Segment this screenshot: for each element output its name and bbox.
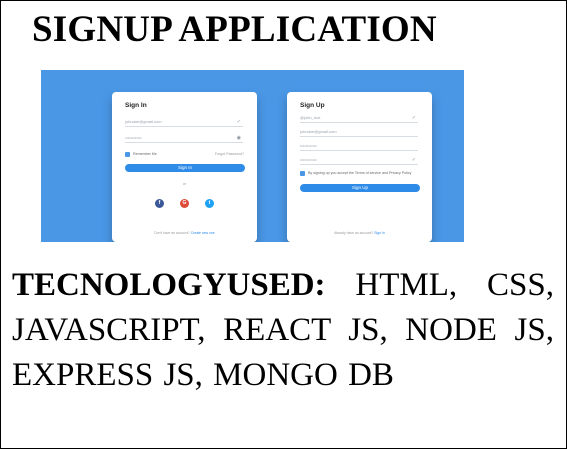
or-divider: or (182, 182, 187, 186)
signin-button[interactable]: Sign In (125, 164, 245, 172)
signup-email-field[interactable]: johndoe@gmail.com (300, 128, 418, 137)
check-icon: ✓ (236, 119, 241, 125)
terms-checkbox[interactable]: By signing up you accept the Terms of se… (300, 170, 420, 176)
signup-email-value: johndoe@gmail.com (300, 129, 337, 134)
create-account-link[interactable]: Create new one (191, 231, 215, 235)
eye-icon: ◉ (236, 135, 241, 141)
signin-password-field[interactable]: •••••••••••• ◉ (125, 134, 243, 143)
check-icon: ✓ (411, 115, 416, 121)
signup-title: Sign Up (300, 102, 325, 109)
facebook-icon[interactable]: f (155, 199, 164, 208)
signup-password-field[interactable]: •••••••••••• (300, 142, 418, 151)
signin-card: Sign In johndoe@gmail.com ✓ ••••••••••••… (112, 92, 257, 242)
checkbox-icon (300, 170, 305, 176)
signin-email-value: johndoe@gmail.com (125, 119, 162, 124)
signup-username-field[interactable]: @john_doe ✓ (300, 114, 418, 123)
signin-footer-text: Don't have an account? (154, 231, 191, 235)
forgot-password-link[interactable]: Forgot Password? (215, 151, 244, 157)
signin-email-field[interactable]: johndoe@gmail.com ✓ (125, 118, 243, 127)
twitter-icon[interactable]: t (205, 199, 214, 208)
signup-card: Sign Up @john_doe ✓ johndoe@gmail.com ••… (287, 92, 432, 242)
technology-paragraph: TECNOLOGYUSED: HTML, CSS, JAVASCRIPT, RE… (12, 263, 554, 398)
terms-label: By signing up you accept the Terms of se… (308, 171, 412, 175)
signin-password-value: •••••••••••• (125, 135, 142, 140)
signup-username-value: @john_doe (300, 115, 321, 120)
remember-me-checkbox[interactable]: Remember Me (125, 151, 157, 157)
checkbox-icon (125, 151, 130, 157)
signup-confirm-password-field[interactable]: •••••••••••• ✓ (300, 156, 418, 165)
signup-confirm-value: •••••••••••• (300, 157, 317, 162)
page-title: SIGNUP APPLICATION (32, 9, 437, 50)
app-screenshot: Sign In johndoe@gmail.com ✓ ••••••••••••… (41, 70, 464, 242)
signup-footer: Already have an account? Sign In (287, 231, 432, 235)
signin-footer: Don't have an account? Create new one (112, 231, 257, 235)
signin-title: Sign In (125, 102, 147, 109)
signup-button[interactable]: Sign Up (300, 184, 420, 192)
remember-me-label: Remember Me (133, 152, 157, 156)
signin-link[interactable]: Sign In (374, 231, 385, 235)
technology-label: TECNOLOGYUSED: (12, 267, 326, 303)
check-icon: ✓ (411, 157, 416, 163)
signup-password-value: •••••••••••• (300, 143, 317, 148)
signup-footer-text: Already have an account? (334, 231, 375, 235)
google-icon[interactable]: G (180, 199, 189, 208)
